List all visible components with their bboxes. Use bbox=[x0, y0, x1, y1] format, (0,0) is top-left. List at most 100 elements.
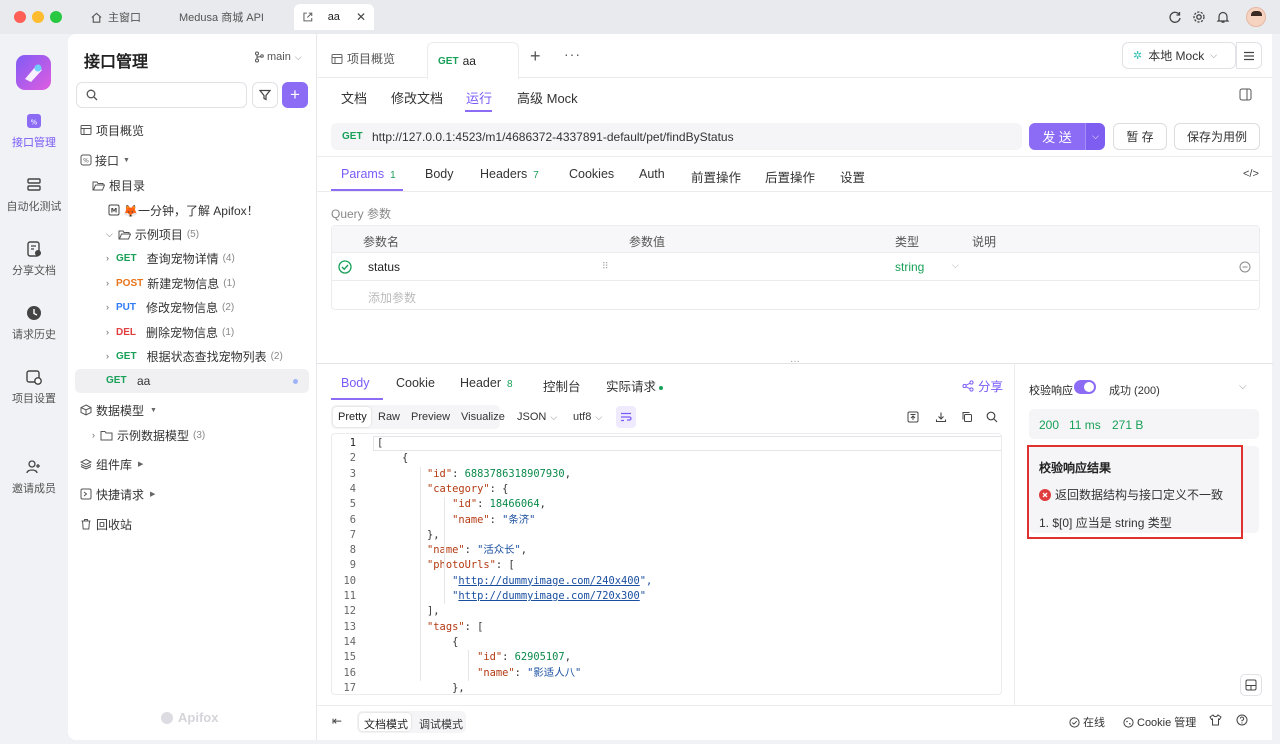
window-tab-aa[interactable]: aa ✕ bbox=[294, 4, 374, 30]
window-tab-project[interactable]: Medusa 商城 API bbox=[179, 4, 264, 30]
env-menu-button[interactable] bbox=[1236, 42, 1262, 69]
avatar[interactable] bbox=[1246, 7, 1266, 27]
search-box[interactable] bbox=[76, 82, 247, 108]
tree-item-endpoint[interactable]: › GET 根据状态查找宠物列表 (2) bbox=[106, 345, 283, 367]
format-visualize[interactable]: Visualize bbox=[461, 411, 505, 423]
window-tab-home[interactable]: 主窗口 bbox=[90, 4, 141, 30]
settings-gear-icon[interactable] bbox=[1191, 9, 1207, 25]
tree-item-data-model[interactable]: 数据模型 ▼ bbox=[80, 399, 157, 421]
nav-share-docs[interactable]: 分享文档 bbox=[0, 240, 68, 278]
drag-handle-icon[interactable]: ⠿ bbox=[602, 261, 609, 272]
url-link[interactable]: http://dummyimage.com/240x400 bbox=[458, 575, 639, 587]
tree-item-example-model[interactable]: › 示例数据模型 (3) bbox=[92, 424, 205, 446]
subtab-advanced-mock[interactable]: 高级 Mock bbox=[517, 88, 578, 107]
tab-cookies[interactable]: Cookies bbox=[569, 167, 614, 181]
cookie-manager-button[interactable]: Cookie 管理 bbox=[1123, 714, 1196, 730]
format-preview[interactable]: Preview bbox=[411, 411, 450, 423]
add-button[interactable]: + bbox=[282, 82, 308, 108]
collapse-sidebar-icon[interactable]: ⇤ bbox=[332, 714, 342, 728]
tree-item-endpoint[interactable]: › PUT 修改宠物信息 (2) bbox=[106, 296, 234, 318]
nav-automation[interactable]: 自动化测试 bbox=[0, 176, 68, 214]
url-link[interactable]: http://dummyimage.com/720x300 bbox=[458, 590, 639, 602]
tab-headers[interactable]: Headers 7 bbox=[480, 167, 539, 181]
subtab-edit-docs[interactable]: 修改文档 bbox=[391, 88, 443, 107]
close-tab-icon[interactable]: ✕ bbox=[356, 10, 366, 24]
validate-toggle[interactable] bbox=[1074, 380, 1096, 394]
filter-button[interactable] bbox=[252, 82, 278, 108]
param-type-selector[interactable]: string bbox=[895, 260, 924, 274]
encoding-selector[interactable]: utf8 ⌵ bbox=[573, 411, 602, 423]
tab-current-request[interactable]: GET aa bbox=[427, 42, 519, 79]
language-selector[interactable]: JSON ⌵ bbox=[517, 411, 557, 423]
search-icon[interactable] bbox=[986, 411, 998, 423]
tree-item-example-folder[interactable]: ⌵ 示例项目 (5) bbox=[106, 223, 199, 245]
response-tab-header[interactable]: Header 8 bbox=[460, 376, 513, 390]
doc-mode-button[interactable]: 文档模式 bbox=[364, 716, 408, 732]
save-as-case-button[interactable]: 保存为用例 bbox=[1174, 123, 1260, 150]
search-input[interactable] bbox=[104, 89, 244, 101]
jump-top-icon[interactable] bbox=[907, 411, 919, 423]
tree-item-root[interactable]: 根目录 bbox=[92, 174, 145, 196]
tree-item-intro-doc[interactable]: M 🦊一分钟，了解 Apifox！ bbox=[108, 199, 259, 221]
param-value-field[interactable] bbox=[614, 257, 884, 277]
tab-params[interactable]: Params 1 bbox=[341, 167, 396, 181]
chevron-down-icon[interactable]: ⌵ bbox=[1239, 381, 1247, 392]
tree-item-api[interactable]: % 接口 ▼ bbox=[80, 149, 130, 171]
param-name-field[interactable]: status bbox=[368, 260, 400, 274]
tree-item-endpoint[interactable]: › POST 新建宠物信息 (1) bbox=[106, 272, 235, 294]
subtab-run[interactable]: 运行 bbox=[466, 88, 492, 107]
validate-status-selector[interactable]: 成功 (200) bbox=[1109, 382, 1160, 398]
branch-selector[interactable]: main ⌵ bbox=[254, 51, 302, 63]
download-icon[interactable] bbox=[935, 411, 947, 423]
remove-param-icon[interactable] bbox=[1239, 261, 1251, 273]
close-window-button[interactable] bbox=[14, 11, 26, 23]
url-bar[interactable]: GET http://127.0.0.1:4523/m1/4686372-433… bbox=[331, 123, 1022, 150]
tree-item-endpoint[interactable]: › GET 查询宠物详情 (4) bbox=[106, 247, 235, 269]
more-tabs-button[interactable]: ··· bbox=[564, 46, 581, 62]
nav-invite-members[interactable]: 邀请成员 bbox=[0, 458, 68, 496]
bell-icon[interactable] bbox=[1215, 9, 1231, 25]
tab-project-overview[interactable]: 项目概览 bbox=[331, 50, 395, 67]
tree-item-overview[interactable]: 项目概览 bbox=[80, 119, 144, 141]
send-dropdown-button[interactable]: ⌵ bbox=[1085, 123, 1105, 150]
minimize-window-button[interactable] bbox=[32, 11, 44, 23]
save-button[interactable]: 暂 存 bbox=[1113, 123, 1167, 150]
layout-toggle-button[interactable] bbox=[1240, 674, 1262, 696]
format-pretty[interactable]: Pretty bbox=[338, 411, 367, 423]
shirt-theme-icon[interactable] bbox=[1209, 714, 1222, 726]
nav-api-management[interactable]: % 接口管理 bbox=[0, 112, 68, 150]
tab-auth[interactable]: Auth bbox=[639, 167, 665, 181]
tab-post-processors[interactable]: 后置操作 bbox=[765, 167, 815, 186]
response-tab-console[interactable]: 控制台 bbox=[543, 376, 581, 395]
online-status[interactable]: 在线 bbox=[1069, 714, 1105, 730]
subtab-docs[interactable]: 文档 bbox=[341, 88, 367, 107]
debug-mode-button[interactable]: 调试模式 bbox=[419, 716, 463, 732]
split-view-toggle[interactable] bbox=[1239, 88, 1252, 104]
response-tab-actual-request[interactable]: 实际请求 bbox=[606, 376, 664, 395]
tab-pre-processors[interactable]: 前置操作 bbox=[691, 167, 741, 186]
help-icon[interactable] bbox=[1236, 714, 1248, 726]
environment-selector[interactable]: ✲ 本地 Mock ⌵ bbox=[1122, 42, 1236, 69]
method-selector[interactable]: GET bbox=[342, 131, 363, 142]
nav-history[interactable]: 请求历史 bbox=[0, 304, 68, 342]
new-tab-button[interactable]: + bbox=[530, 46, 541, 67]
url-input[interactable]: http://127.0.0.1:4523/m1/4686372-4337891… bbox=[372, 130, 734, 144]
tree-item-endpoint[interactable]: › DEL 删除宠物信息 (1) bbox=[106, 321, 234, 343]
tree-item-selected[interactable]: GET aa bbox=[75, 369, 309, 393]
tab-settings[interactable]: 设置 bbox=[840, 167, 865, 186]
tree-item-trash[interactable]: 回收站 bbox=[80, 513, 132, 535]
response-body-editor[interactable]: 1[2 {3 "id": 6883786318907930, 4 "categor… bbox=[331, 433, 1002, 695]
format-raw[interactable]: Raw bbox=[378, 411, 400, 423]
response-tab-body[interactable]: Body bbox=[341, 376, 370, 390]
wrap-lines-button[interactable] bbox=[616, 406, 636, 428]
tab-body[interactable]: Body bbox=[425, 167, 454, 181]
copy-icon[interactable] bbox=[961, 411, 973, 423]
tree-item-quick-request[interactable]: 快捷请求 ▶ bbox=[80, 483, 155, 505]
share-button[interactable]: 分享 bbox=[962, 376, 1003, 395]
send-button[interactable]: 发 送 bbox=[1029, 123, 1085, 150]
response-tab-cookie[interactable]: Cookie bbox=[396, 376, 435, 390]
refresh-icon[interactable] bbox=[1167, 9, 1183, 25]
add-param-field[interactable]: 添加参数 bbox=[368, 289, 416, 306]
code-view-icon[interactable]: </> bbox=[1243, 168, 1259, 180]
nav-project-settings[interactable]: 项目设置 bbox=[0, 368, 68, 406]
